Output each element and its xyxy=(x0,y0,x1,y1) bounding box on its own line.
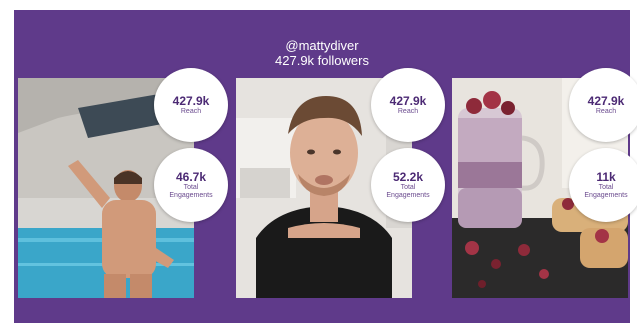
slide-panel: @mattydiver 427.9k followers 427.9k Reac… xyxy=(14,10,637,323)
profile-handle: @mattydiver xyxy=(285,38,359,53)
engagements-value: 46.7k xyxy=(175,170,207,184)
reach-label: Reach xyxy=(595,108,617,115)
engagements-badge-2: 52.2k Total Engagements xyxy=(371,148,445,222)
engagements-value: 52.2k xyxy=(392,170,424,184)
engagements-badge-1: 46.7k Total Engagements xyxy=(154,148,228,222)
engagements-label-line1: Total xyxy=(598,184,614,191)
engagements-label-line2: Engagements xyxy=(386,192,430,199)
profile-header: @mattydiver 427.9k followers xyxy=(14,38,630,68)
reach-value: 427.9k xyxy=(172,94,210,108)
engagements-badge-3: 11k Total Engagements xyxy=(569,148,637,222)
follower-count: 427.9k followers xyxy=(275,53,369,68)
engagements-label-line2: Engagements xyxy=(169,192,213,199)
reach-label: Reach xyxy=(397,108,419,115)
engagements-value: 11k xyxy=(596,170,616,184)
engagements-label-line1: Total xyxy=(400,184,416,191)
reach-value: 427.9k xyxy=(389,94,427,108)
engagements-label-line2: Engagements xyxy=(584,192,628,199)
reach-badge-2: 427.9k Reach xyxy=(371,68,445,142)
engagements-label-line1: Total xyxy=(183,184,199,191)
reach-badge-1: 427.9k Reach xyxy=(154,68,228,142)
reach-label: Reach xyxy=(180,108,202,115)
reach-badge-3: 427.9k Reach xyxy=(569,68,637,142)
reach-value: 427.9k xyxy=(587,94,625,108)
